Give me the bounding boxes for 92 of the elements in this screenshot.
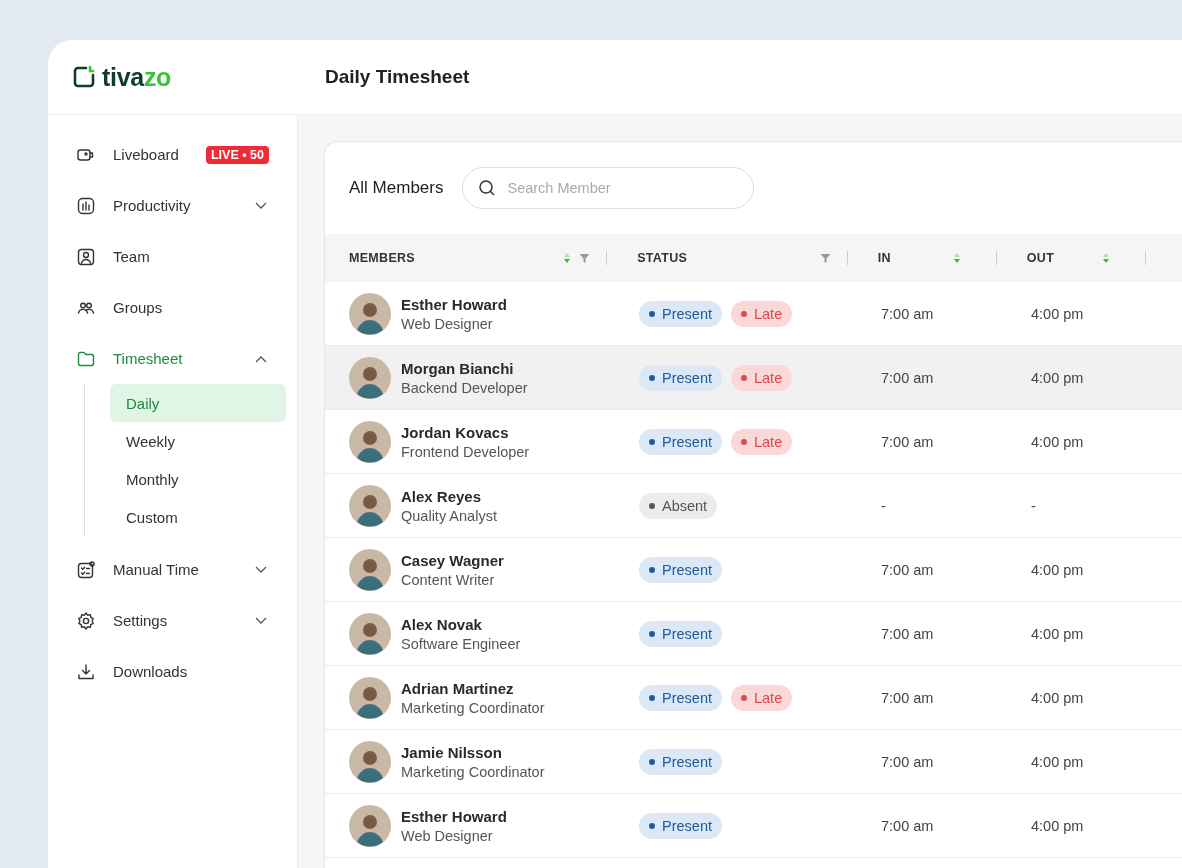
submenu-item[interactable]: Daily [110,384,286,422]
status-badge: Late [731,684,793,711]
avatar-icon [349,740,391,783]
sidebar-item[interactable]: Groups [76,282,286,333]
sidebar-item[interactable]: Downloads [76,646,286,697]
user-icon [76,246,96,267]
search-icon [478,179,497,197]
member-name: Jordan Kovacs [401,423,510,441]
time-out: 4:00 pm [1031,369,1084,386]
avatar-icon [349,612,391,655]
time-in: 7:00 am [881,817,934,834]
time-in: 7:00 am [881,625,934,642]
time-in: - [881,497,886,514]
table-row[interactable]: Morgan Bianchi Backend Developer Present Late 7:00 am 4:00 pm [325,346,1182,410]
time-out: 4:00 pm [1031,817,1084,834]
submenu-item[interactable]: Monthly [110,460,286,498]
submenu-item[interactable]: Custom [110,498,286,536]
avatar-icon [349,676,391,719]
submenu-item[interactable]: Weekly [110,422,286,460]
member-name: Esther Howard [401,295,507,313]
time-out: 4:00 pm [1031,561,1084,578]
logo-text: tivazo [102,62,172,92]
avatar-icon [349,356,391,399]
column-header: STATUS [637,251,688,265]
time-out: 4:00 pm [1031,625,1084,642]
member-name: Alex Reyes [401,487,483,505]
status-badge: Present [639,748,722,775]
member-name: Casey Wagner [401,551,504,569]
status-badge: Present [639,428,722,455]
filter-icon[interactable] [819,252,831,264]
member-role: Software Engineer [401,635,521,652]
section-title: All Members [349,178,444,198]
avatar-icon [349,292,391,335]
sidebar-item[interactable]: Productivity [76,180,286,231]
member-role: Web Designer [401,315,494,332]
time-in: 7:00 am [881,305,934,322]
live-badge: LIVE • 50 [206,145,269,164]
time-in: 7:00 am [881,369,934,386]
status-badge: Absent [639,492,718,519]
status-badge: Late [731,300,793,327]
member-name: Esther Howard [401,807,507,825]
member-name: Adrian Martinez [401,679,515,697]
member-role: Marketing Coordinator [401,699,545,716]
avatar-icon [349,484,391,527]
status-badge: Late [731,364,793,391]
search-field[interactable]: Search Member [462,167,755,209]
avatar-icon [349,420,391,463]
member-name: Alex Novak [401,615,483,633]
status-badge: Present [639,812,722,839]
member-role: Frontend Developer [401,443,530,460]
sidebar-item[interactable]: Timesheet [76,333,286,384]
page-title: Daily Timesheet [325,66,470,88]
status-badge: Present [639,556,722,583]
time-out: 4:00 pm [1031,753,1084,770]
time-in: 7:00 am [881,561,934,578]
status-badge: Late [731,428,793,455]
time-out: 4:00 pm [1031,305,1084,322]
sort-icon[interactable] [1102,252,1110,264]
sidebar-item[interactable]: Manual Time [76,544,286,595]
member-role: Marketing Coordinator [401,763,545,780]
avatar-icon [349,548,391,591]
column-header: MEMBERS [349,251,415,265]
sidebar-item[interactable]: Settings [76,595,286,646]
sidebar-item[interactable]: Team [76,231,286,282]
time-in: 7:00 am [881,753,934,770]
time-out: 4:00 pm [1031,689,1084,706]
time-out: 4:00 pm [1031,433,1084,450]
column-header: IN [877,251,891,265]
download-icon [76,661,96,682]
column-header: OUT [1026,251,1055,265]
status-badge: Present [639,620,722,647]
time-out: - [1031,497,1036,514]
filter-icon[interactable] [579,252,591,264]
member-name: Jamie Nilsson [401,743,503,761]
member-role: Quality Analyst [401,507,497,524]
chart-icon [76,195,96,216]
status-badge: Present [639,364,722,391]
sidebar-item[interactable]: Liveboard LIVE • 50 [76,129,286,180]
status-badge: Present [639,684,722,711]
status-badge: Present [639,300,722,327]
member-name: Morgan Bianchi [401,359,515,377]
member-role: Content Writer [401,571,496,588]
gear-icon [76,610,96,631]
logo-icon [72,65,96,89]
member-role: Backend Developer [401,379,528,396]
checklist-icon [76,559,96,580]
time-in: 7:00 am [881,689,934,706]
time-in: 7:00 am [881,433,934,450]
avatar-icon [349,804,391,847]
sort-icon[interactable] [952,252,961,264]
member-role: Web Designer [401,827,494,844]
sort-icon[interactable] [563,252,572,264]
